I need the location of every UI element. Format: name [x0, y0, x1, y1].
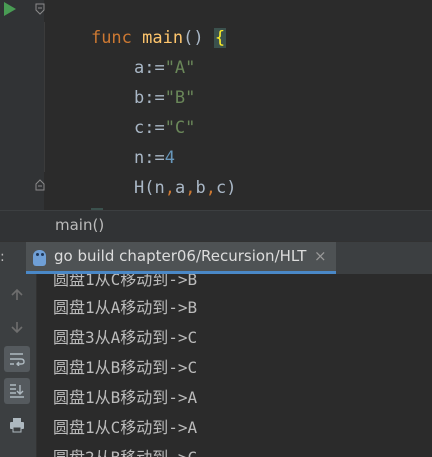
arg: n: [154, 178, 165, 198]
scroll-to-end-icon[interactable]: [4, 378, 30, 404]
code-line-assign-n[interactable]: n:=4: [50, 113, 175, 168]
code-line-func[interactable]: func main() {: [50, 0, 227, 48]
arg: c: [215, 178, 227, 198]
call-name: H: [133, 178, 145, 198]
go-gopher-icon: [33, 250, 46, 266]
tab-go-build[interactable]: go build chapter06/Recursion/HLT ×: [26, 242, 336, 274]
print-icon[interactable]: [4, 412, 30, 438]
fold-end-icon[interactable]: [35, 179, 45, 191]
code-editor[interactable]: func main() { a:="A" b:="B" c:="C" n:=4 …: [0, 0, 432, 210]
arg: a: [174, 178, 186, 198]
soft-wrap-icon[interactable]: [4, 346, 30, 372]
indent-guide: [44, 22, 45, 172]
arrow-down-icon[interactable]: [4, 314, 30, 340]
code-line-assign-c[interactable]: c:="C": [50, 83, 195, 138]
close-icon[interactable]: ×: [314, 247, 327, 265]
code-line-assign-b[interactable]: b:="B": [50, 53, 195, 108]
console-line: 圆盘2从B移动到->C: [53, 443, 197, 457]
console-line: 圆盘1从B移动到->A: [53, 388, 198, 407]
run-icon[interactable]: [4, 2, 16, 16]
call-close: ): [226, 178, 237, 198]
code-line-call[interactable]: H(n,a,b,c): [50, 143, 237, 198]
console-line: 圆盘1从A移动到->B: [53, 298, 198, 317]
breadcrumb: main(): [0, 210, 432, 242]
call-open: (: [144, 178, 155, 198]
breadcrumb-item-main[interactable]: main(): [55, 216, 104, 234]
fold-icon[interactable]: [35, 3, 45, 15]
open-brace: {: [213, 28, 227, 48]
run-tab-bar: : go build chapter06/Recursion/HLT ×: [0, 241, 432, 275]
panel-title-suffix: :: [0, 249, 5, 265]
console-output[interactable]: 圆盘1从C移动到->B 圆盘1从A移动到->B 圆盘3从A移动到->C 圆盘1从…: [37, 274, 432, 457]
editor-gutter: [0, 0, 45, 210]
console-line: 圆盘1从B移动到->C: [53, 358, 198, 377]
arrow-up-icon[interactable]: [4, 282, 30, 308]
console-line: 圆盘1从C移动到->B: [53, 274, 198, 289]
console-toolbar: [0, 274, 37, 457]
arg: b: [195, 178, 206, 198]
console-line: 圆盘3从A移动到->C: [53, 328, 198, 347]
code-line-assign-a[interactable]: a:="A": [50, 23, 195, 78]
tab-label: go build chapter06/Recursion/HLT: [54, 247, 307, 265]
code-line-close[interactable]: }: [50, 173, 104, 210]
console-line: 圆盘1从C移动到->A: [53, 418, 198, 437]
